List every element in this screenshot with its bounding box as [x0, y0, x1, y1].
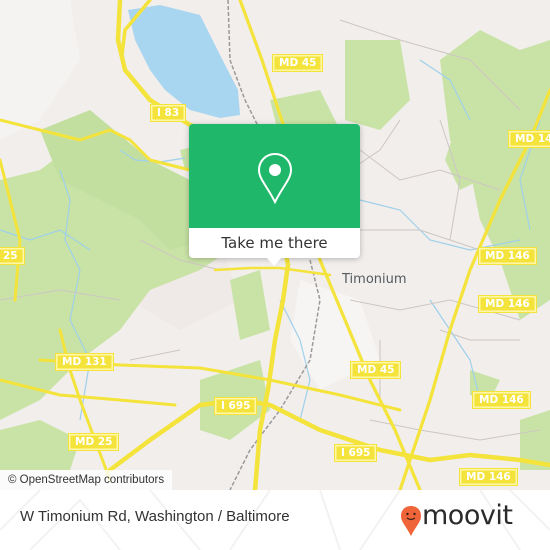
road-shield-md146: MD 146: [478, 295, 537, 313]
road-shield-md25: 25: [0, 247, 25, 265]
road-shield-md25: MD 25: [68, 433, 120, 451]
location-popup: Take me there: [189, 124, 360, 266]
map[interactable]: Timonium MD 45 I 83 MD 146 MD 146 MD 146…: [0, 0, 550, 490]
road-shield-md146: MD 146: [508, 130, 550, 148]
road-shield-i83: I 83: [150, 104, 187, 122]
popup-pointer: [266, 257, 282, 266]
road-shield-md146: MD 146: [478, 247, 537, 265]
road-shield-md131: MD 131: [55, 353, 114, 371]
moovit-pin-icon: [401, 506, 421, 536]
road-shield-i695: I 695: [334, 444, 378, 462]
footer: W Timonium Rd, Washington / Baltimore mo…: [0, 490, 550, 550]
road-shield-md146: MD 146: [459, 468, 518, 486]
location-title: W Timonium Rd, Washington / Baltimore: [20, 508, 290, 525]
take-me-there-button[interactable]: Take me there: [189, 228, 360, 258]
moovit-wordmark: moovit: [422, 500, 513, 531]
road-shield-i695: I 695: [214, 397, 258, 415]
place-label-timonium: Timonium: [342, 272, 407, 287]
map-attribution[interactable]: © OpenStreetMap contributors: [0, 470, 173, 490]
moovit-logo[interactable]: moovit: [400, 500, 513, 537]
road-shield-md45: MD 45: [272, 54, 324, 72]
road-shield-md45: MD 45: [350, 361, 402, 379]
location-pin-icon: [257, 152, 293, 205]
road-shield-md146: MD 146: [472, 391, 531, 409]
popup-header: [189, 124, 360, 228]
